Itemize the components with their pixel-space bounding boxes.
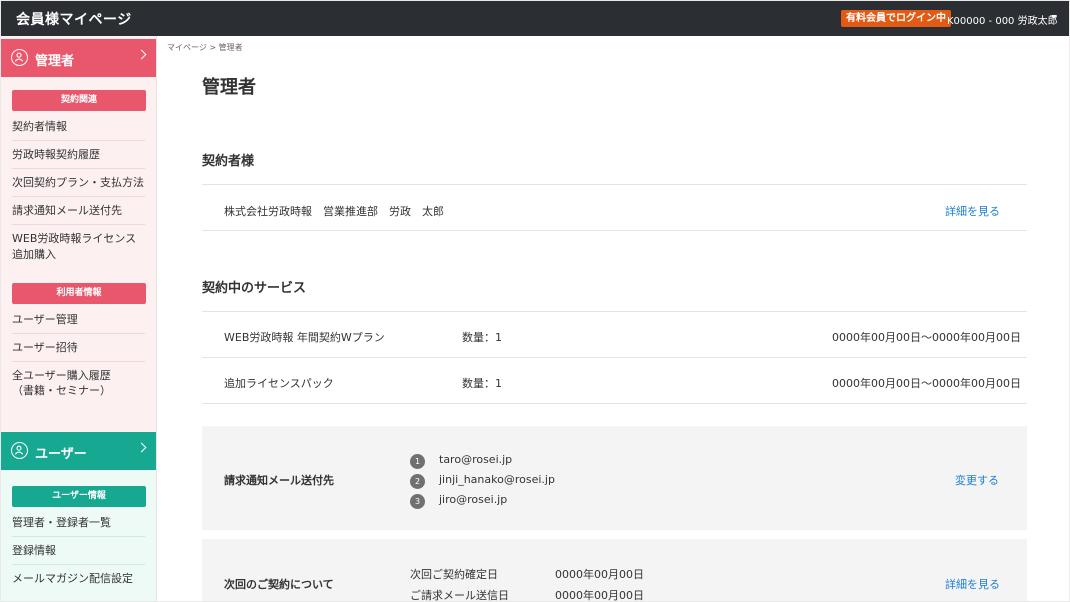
sidebar-header-user[interactable]: ユーザー bbox=[1, 432, 156, 470]
billing-email-label: 請求通知メール送付先 bbox=[224, 474, 334, 487]
sidebar-header-user-label: ユーザー bbox=[35, 447, 87, 462]
service-name: WEB労政時報 年間契約Wプラン bbox=[224, 331, 385, 344]
main-content: マイページ > 管理者 管理者 契約者様 株式会社労政時報 営業推進部 労政 太… bbox=[156, 36, 1069, 601]
billing-email-address: jinji_hanako@rosei.jp bbox=[439, 473, 555, 486]
sidebar-header-admin[interactable]: 管理者 bbox=[1, 39, 156, 77]
service-period: 0000年00月00日〜0000年00月00日 bbox=[832, 331, 1021, 344]
next-contract-panel: 次回のご契約について 次回ご契約確定日 0000年00月00日 ご請求メール送信… bbox=[202, 539, 1027, 601]
group-title-user-info: 利用者情報 bbox=[12, 283, 146, 304]
contractor-detail-link[interactable]: 詳細を見る bbox=[945, 203, 1000, 219]
sidebar-item-purchase-history-line2[interactable]: （書籍・セミナー） bbox=[1, 383, 156, 398]
account-menu-caret-icon[interactable] bbox=[1051, 15, 1057, 19]
divider bbox=[202, 184, 1027, 185]
sidebar-item-billing-email[interactable]: 請求通知メール送付先 bbox=[1, 203, 156, 225]
sidebar-section-user: ユーザー ユーザー情報 管理者・登録者一覧 登録情報 メールマガジン配信設定 bbox=[1, 432, 156, 601]
sidebar-item-contract-history[interactable]: 労政時報契約履歴 bbox=[1, 147, 156, 169]
sidebar-item-license-purchase[interactable]: WEB労政時報ライセンス bbox=[1, 231, 156, 246]
sidebar-item-next-plan[interactable]: 次回契約プラン・支払方法 bbox=[1, 175, 156, 197]
sidebar-item-user-management[interactable]: ユーザー管理 bbox=[1, 312, 156, 334]
list-number-badge: 2 bbox=[410, 474, 425, 489]
breadcrumb[interactable]: マイページ > 管理者 bbox=[167, 42, 243, 53]
contractor-name: 株式会社労政時報 営業推進部 労政 太郎 bbox=[224, 205, 444, 218]
page-title: 管理者 bbox=[202, 77, 256, 98]
divider bbox=[202, 230, 1027, 231]
chevron-right-icon bbox=[136, 442, 147, 453]
sidebar-item-registration-info[interactable]: 登録情報 bbox=[1, 543, 156, 565]
next-contract-value: 0000年00月00日 bbox=[555, 568, 644, 581]
top-bar: 会員様マイページ 有料会員でログイン中 K00000 - 000 労政太郎 bbox=[1, 1, 1069, 36]
billing-email-address: jiro@rosei.jp bbox=[439, 493, 508, 506]
next-contract-key: ご請求メール送信日 bbox=[410, 589, 509, 601]
sidebar-item-user-invite[interactable]: ユーザー招待 bbox=[1, 340, 156, 362]
billing-email-address: taro@rosei.jp bbox=[439, 453, 513, 466]
change-billing-email-link[interactable]: 変更する bbox=[955, 472, 999, 488]
next-contract-label: 次回のご契約について bbox=[224, 578, 334, 591]
service-qty: 数量：1 bbox=[462, 331, 502, 344]
divider bbox=[202, 357, 1027, 358]
sidebar-item-newsletter-settings[interactable]: メールマガジン配信設定 bbox=[1, 571, 156, 586]
sidebar-item-admin-list[interactable]: 管理者・登録者一覧 bbox=[1, 515, 156, 537]
sidebar: 管理者 契約関連 契約者情報 労政時報契約履歴 次回契約プラン・支払方法 請求通… bbox=[1, 36, 156, 601]
admin-icon bbox=[11, 49, 28, 66]
divider bbox=[202, 403, 1027, 404]
next-contract-value: 0000年00月00日 bbox=[555, 589, 644, 601]
services-heading: 契約中のサービス bbox=[202, 281, 307, 296]
next-contract-key: 次回ご契約確定日 bbox=[410, 568, 498, 581]
sidebar-header-admin-label: 管理者 bbox=[35, 54, 75, 69]
app-title[interactable]: 会員様マイページ bbox=[16, 9, 132, 29]
list-number-badge: 1 bbox=[410, 454, 425, 469]
sidebar-item-purchase-history[interactable]: 全ユーザー購入履歴 bbox=[1, 368, 156, 383]
member-status-badge: 有料会員でログイン中 bbox=[841, 10, 951, 27]
app-window: 会員様マイページ 有料会員でログイン中 K00000 - 000 労政太郎 管理… bbox=[1, 1, 1069, 601]
group-title-contract: 契約関連 bbox=[12, 90, 146, 111]
next-contract-detail-link[interactable]: 詳細を見る bbox=[945, 576, 1000, 592]
service-qty: 数量：1 bbox=[462, 377, 502, 390]
user-icon bbox=[11, 442, 28, 459]
group-title-user-details: ユーザー情報 bbox=[12, 486, 146, 507]
divider bbox=[202, 311, 1027, 312]
user-account-label[interactable]: K00000 - 000 労政太郎 bbox=[947, 12, 1058, 27]
list-number-badge: 3 bbox=[410, 494, 425, 509]
billing-email-panel: 請求通知メール送付先 1 taro@rosei.jp 2 jinji_hanak… bbox=[202, 426, 1027, 530]
chevron-right-icon bbox=[136, 49, 147, 60]
sidebar-item-contractor-info[interactable]: 契約者情報 bbox=[1, 119, 156, 141]
contractor-heading: 契約者様 bbox=[202, 154, 255, 169]
service-name: 追加ライセンスパック bbox=[224, 377, 334, 390]
sidebar-item-license-purchase-line2[interactable]: 追加購入 bbox=[1, 247, 156, 262]
sidebar-section-admin: 管理者 契約関連 契約者情報 労政時報契約履歴 次回契約プラン・支払方法 請求通… bbox=[1, 36, 156, 432]
service-period: 0000年00月00日〜0000年00月00日 bbox=[832, 377, 1021, 390]
